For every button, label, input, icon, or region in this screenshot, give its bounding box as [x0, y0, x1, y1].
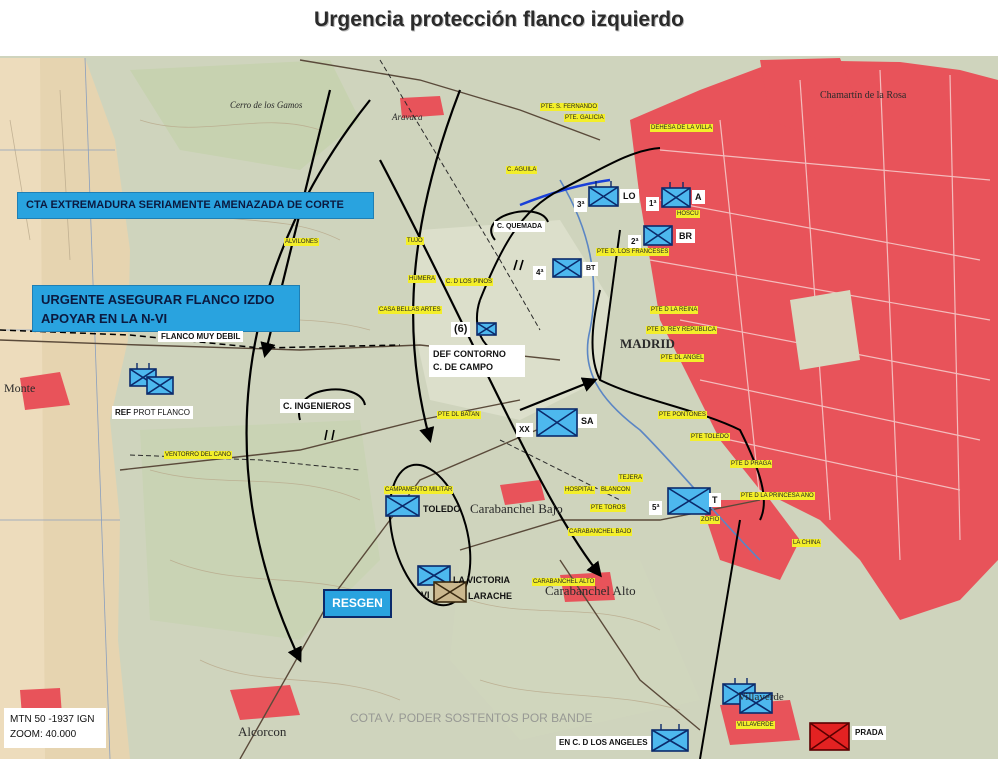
ylabel-campamento: CAMPAMENTO MILITAR — [384, 486, 454, 494]
unit-los-angeles — [651, 729, 689, 752]
unit-bt — [552, 258, 582, 278]
map-canvas[interactable]: Aravaca Carabanchel Bajo Carabanchel Alt… — [0, 56, 998, 760]
urgente-line-2: APOYAR EN LA N-VI — [41, 311, 168, 326]
def-contorno-line-2: C. DE CAMPO — [433, 362, 494, 372]
label-seis: (6) — [451, 322, 471, 337]
ylabel-pte-rey-republica: PTE D. REY REPUBLICA — [646, 326, 717, 334]
ylabel-pte-angel: PTE DL ANGEL — [660, 354, 705, 362]
place-carabanchel-bajo: Carabanchel Bajo — [470, 501, 563, 516]
unit-br — [643, 225, 673, 246]
place-monte: Monte — [4, 381, 35, 395]
ylabel-hoscu: HOSCU — [676, 210, 700, 218]
label-tercera: 3ª — [574, 198, 588, 212]
place-aravaca: Aravaca — [391, 112, 423, 122]
label-los-angeles: EN C. D LOS ANGELES — [556, 736, 651, 750]
label-segunda: 2ª — [628, 235, 642, 249]
label-lo: LO — [620, 189, 639, 203]
label-bt: BT — [583, 262, 599, 276]
note-c-quemada: C. QUEMADA — [494, 221, 546, 232]
ylabel-pte-batan: PTE DL BATAN — [437, 411, 481, 419]
place-alcorcon: Alcorcon — [238, 724, 287, 739]
map-title: Urgencia protección flanco izquierdo — [314, 8, 684, 31]
ylabel-pte-s-fernando: PTE. S. FERNANDO — [540, 103, 599, 111]
ylabel-c-aguila: C. AGUILA — [506, 166, 538, 174]
map-info-line-2: ZOOM: 40.000 — [10, 729, 77, 740]
retiro-park — [790, 290, 860, 370]
resgen-button[interactable]: RESGEN — [323, 589, 392, 618]
ylabel-dehesa-villa: DEHESA DE LA VILLA — [650, 124, 714, 132]
label-quinta: 5ª — [649, 501, 663, 515]
map-info: MTN 50 -1937 IGN ZOOM: 40.000 — [4, 708, 106, 748]
ylabel-carabanchel-bajo: CARABANCHEL BAJO — [568, 528, 633, 536]
ylabel-blancon: BLANCON — [600, 486, 632, 494]
label-toledo: TOLEDO — [423, 504, 461, 514]
urgente-line-1: URGENTE ASEGURAR FLANCO IZDO — [41, 292, 275, 307]
unit-a — [661, 187, 691, 208]
ylabel-tujo: TUJO — [406, 237, 424, 245]
ylabel-ventorro-cano: VENTORRO DEL CANO — [164, 451, 233, 459]
unit-prada — [809, 722, 850, 751]
place-villaverde: Villaverde — [738, 691, 784, 703]
label-la-victoria: LA VICTORIA — [453, 575, 511, 585]
ref-label: REF — [115, 408, 131, 417]
ylabel-zofio: ZOFIO — [700, 516, 721, 524]
prot-flanco-label: PROT FLANCO — [133, 408, 190, 417]
banner-urgente: URGENTE ASEGURAR FLANCO IZDO APOYAR EN L… — [32, 285, 300, 332]
label-vi: VI — [421, 590, 430, 600]
place-madrid: MADRID — [620, 336, 675, 351]
ylabel-hospital: HOSPITAL — [564, 486, 596, 494]
label-primera: 1ª — [646, 197, 660, 211]
ylabel-pte-franceses: PTE D. LOS FRANCESES — [596, 248, 670, 256]
ylabel-pte-reina: PTE D LA REINA — [650, 306, 699, 314]
ylabel-pte-pontones: PTE PONTONES — [658, 411, 707, 419]
ylabel-pte-toledo: PTE TOLEDO — [690, 433, 730, 441]
ylabel-pte-toros: PTE TOROS — [590, 504, 627, 512]
note-flanco-debil: FLANCO MUY DEBIL — [158, 331, 244, 342]
def-contorno-line-1: DEF CONTORNO — [433, 349, 506, 359]
faded-caption: COTA V. PODER SOSTENTOS POR BANDE — [350, 711, 593, 725]
label-xx: XX — [516, 423, 533, 437]
place-cerro-gamos: Cerro de los Gamos — [230, 100, 303, 110]
ylabel-la-china: LA CHINA — [792, 539, 822, 547]
note-ref-prot-flanco: REF PROT FLANCO — [112, 406, 193, 419]
place-chamartin: Chamartín de la Rosa — [820, 90, 907, 101]
unit-sa — [536, 408, 578, 437]
label-br: BR — [676, 229, 695, 243]
map-info-line-1: MTN 50 -1937 IGN — [10, 714, 95, 725]
label-cuarta: 4ª — [533, 266, 547, 280]
ylabel-tejera: TEJERA — [618, 474, 644, 482]
ylabel-pte-princesa: PTE D LA PRINCESA ANO — [740, 492, 815, 500]
note-def-contorno: DEF CONTORNO C. DE CAMPO — [429, 345, 525, 377]
ylabel-bellas-artes: CASA BELLAS ARTES — [378, 306, 442, 314]
unit-six — [476, 322, 497, 336]
ylabel-carabanchel-alto: CARABANCHEL ALTO — [532, 578, 596, 586]
unit-t — [667, 487, 711, 515]
unit-lo — [588, 186, 619, 207]
ylabel-humera: HUMERA — [408, 275, 437, 283]
ylabel-pte-praga: PTE D PRAGA — [730, 460, 773, 468]
label-t: T — [709, 493, 721, 507]
label-prada: PRADA — [852, 726, 887, 740]
unit-ref-2 — [146, 376, 174, 395]
banner-cta-extremadura: CTA EXTREMADURA SERIAMENTE AMENAZADA DE … — [17, 192, 374, 219]
unit-toledo — [385, 495, 420, 517]
ylabel-alvilones: ALVILONES — [284, 238, 319, 246]
note-ingenieros: C. INGENIEROS — [280, 399, 355, 413]
label-larache: LARACHE — [468, 591, 512, 601]
ylabel-c-pinos: C. D LOS PINOS — [445, 278, 494, 286]
ylabel-pte-galicia: PTE. GALICIA — [564, 114, 605, 122]
ylabel-villaverde: VILLAVERDE — [736, 721, 775, 729]
label-a: A — [692, 190, 705, 204]
label-sa: SA — [578, 414, 597, 428]
